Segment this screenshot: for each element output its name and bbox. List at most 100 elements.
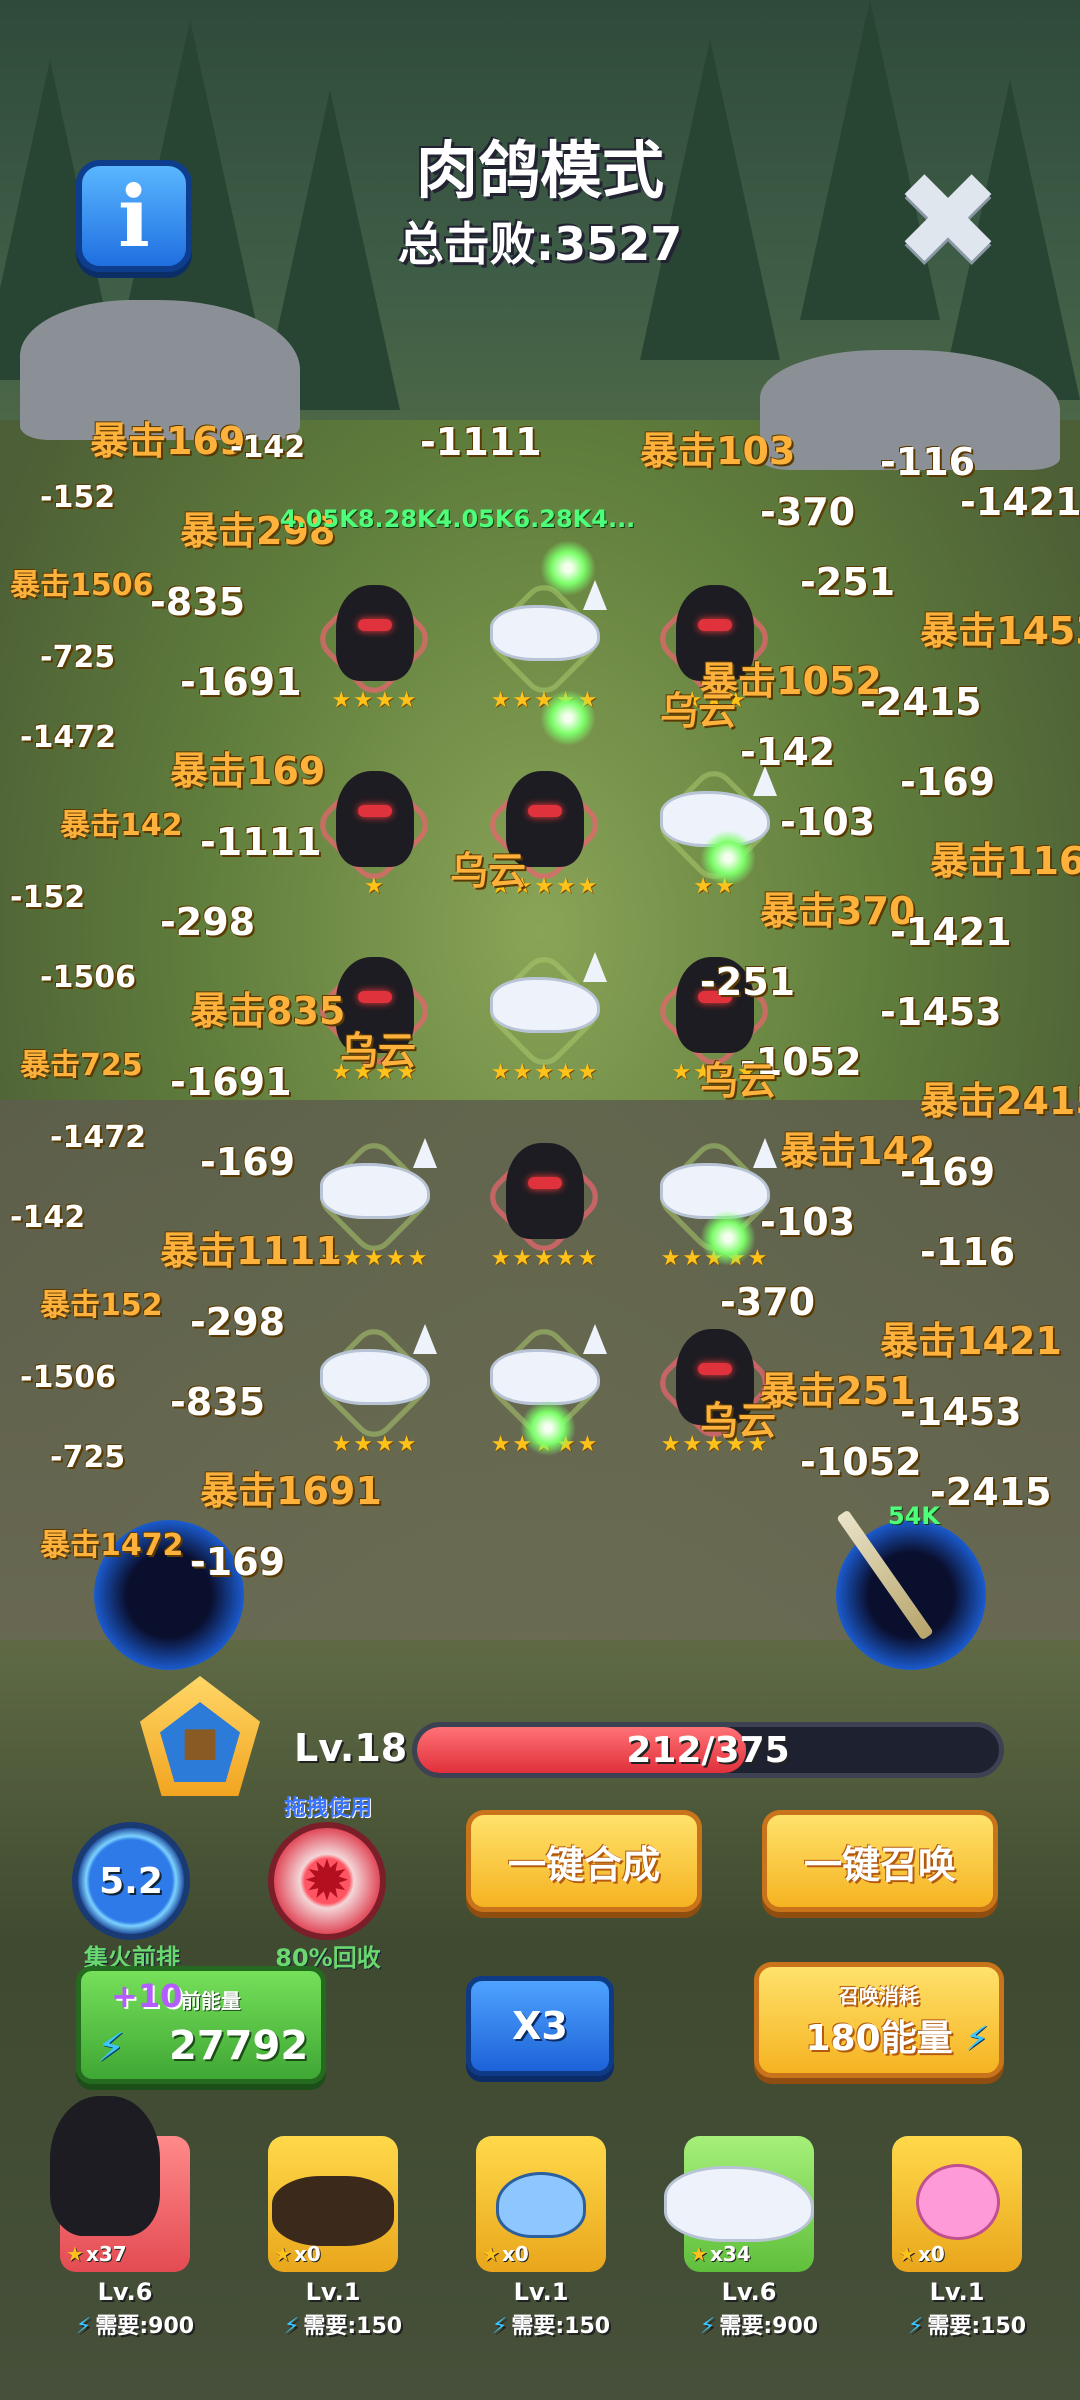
reaper-sprite bbox=[336, 585, 414, 681]
unit-stars: ★★★★ bbox=[331, 688, 419, 713]
board-cell[interactable]: ★ bbox=[300, 746, 450, 899]
auto-merge-button[interactable]: 一键合成 bbox=[466, 1810, 702, 1912]
unit-stars: ★★★★★ bbox=[320, 1246, 430, 1271]
pink-bat-portrait-icon bbox=[916, 2164, 1000, 2240]
wolf-sprite bbox=[490, 952, 607, 1033]
boar-portrait-icon bbox=[272, 2176, 394, 2246]
card-level: Lv.6 bbox=[97, 2278, 153, 2306]
wolf-unit[interactable] bbox=[320, 1136, 437, 1246]
card-upgrade-cost: 需要:150 bbox=[476, 2308, 626, 2340]
reaper-sprite bbox=[336, 771, 414, 867]
wolf-sprite bbox=[660, 1138, 777, 1219]
energy-bonus: +10 bbox=[111, 1977, 183, 2015]
unit-card-pink-bat[interactable]: x0Lv.1需要:150 bbox=[892, 2136, 1026, 2339]
wolf-sprite bbox=[490, 1324, 607, 1405]
spirit-effect bbox=[520, 1400, 576, 1456]
reaper-sprite bbox=[676, 585, 754, 681]
reaper-unit[interactable] bbox=[660, 950, 770, 1060]
level-progress-text: 212/375 bbox=[626, 1729, 790, 1771]
card-count: x0 bbox=[898, 2242, 945, 2266]
close-button[interactable]: ✖ bbox=[888, 155, 1008, 285]
focus-cooldown: 5.2 bbox=[99, 1860, 163, 1902]
spirit-effect bbox=[540, 540, 596, 596]
lightning-icon: ⚡ bbox=[965, 2019, 989, 2059]
reaper-portrait-icon bbox=[50, 2096, 160, 2236]
level-label: Lv.18 bbox=[294, 1726, 408, 1770]
enemy-portal-left bbox=[94, 1520, 244, 1670]
card-count: x0 bbox=[274, 2242, 321, 2266]
unit-stars: ★★★★★ bbox=[490, 1060, 600, 1085]
reaper-sprite bbox=[676, 957, 754, 1053]
energy-panel: +10 前能量 ⚡ 27792 bbox=[76, 1966, 326, 2084]
reaper-unit[interactable] bbox=[320, 578, 430, 688]
board-cell[interactable]: ★★★★★ bbox=[470, 1118, 620, 1271]
spirit-effect bbox=[700, 830, 756, 886]
unit-stars: ★★★★ bbox=[671, 1060, 759, 1085]
summon-cost-label: 召唤消耗 bbox=[839, 1983, 919, 2008]
wolf-sprite bbox=[320, 1138, 437, 1219]
recycle-skill[interactable]: ✹ bbox=[268, 1822, 386, 1940]
board-cell[interactable]: ★★★★★ bbox=[640, 1304, 790, 1457]
board-cell[interactable]: ★★★★ bbox=[300, 932, 450, 1085]
rock bbox=[20, 300, 300, 440]
board-cell[interactable]: ★★★★★ bbox=[300, 1118, 450, 1271]
chest-icon: ■ bbox=[160, 1702, 240, 1782]
close-icon: ✖ bbox=[893, 144, 1003, 296]
unit-stars: ★★★★ bbox=[331, 1432, 419, 1457]
reaper-unit[interactable] bbox=[490, 764, 600, 874]
focus-fire-skill[interactable]: 5.2 bbox=[72, 1822, 190, 1940]
wolf-unit[interactable] bbox=[490, 578, 607, 688]
wolf-sprite bbox=[490, 580, 607, 661]
unit-stars: ★★★ bbox=[682, 688, 748, 713]
unit-card-wolf[interactable]: x34Lv.6需要:900 bbox=[664, 2136, 818, 2339]
burst-icon: ✹ bbox=[303, 1848, 351, 1914]
reaper-unit[interactable] bbox=[660, 578, 770, 688]
board-cell[interactable]: ★★★★ bbox=[640, 932, 790, 1085]
unit-stars: ★★★★★ bbox=[490, 874, 600, 899]
unit-stars: ★★★★ bbox=[331, 1060, 419, 1085]
card-upgrade-cost: 需要:150 bbox=[268, 2308, 418, 2340]
energy-value: 27792 bbox=[169, 2023, 309, 2069]
board-cell[interactable]: ★★★★ bbox=[300, 560, 450, 713]
summon-button[interactable]: 召唤消耗 180能量 ⚡ bbox=[754, 1962, 1004, 2078]
unit-stars: ★★★★★ bbox=[660, 1432, 770, 1457]
unit-stars: ★★★★★ bbox=[490, 1246, 600, 1271]
reaper-sprite bbox=[676, 1329, 754, 1425]
unit-card-slime[interactable]: x0Lv.1需要:150 bbox=[476, 2136, 610, 2339]
board-cell[interactable]: ★★★★★ bbox=[470, 746, 620, 899]
reaper-unit[interactable] bbox=[320, 950, 430, 1060]
speed-button[interactable]: X3 bbox=[466, 1976, 614, 2076]
slime-portrait-icon bbox=[496, 2172, 586, 2238]
card-count: x37 bbox=[66, 2242, 127, 2266]
green-damage-text: 4.05K8.28K4.05K6.28K4... bbox=[280, 505, 636, 533]
unit-card-reaper[interactable]: x37Lv.6需要:900 bbox=[50, 2096, 194, 2339]
wolf-unit[interactable] bbox=[490, 950, 607, 1060]
spirit-effect bbox=[540, 690, 596, 746]
board-cell[interactable]: ★★★★★ bbox=[470, 932, 620, 1085]
lightning-icon: ⚡ bbox=[97, 2025, 126, 2071]
card-count: x34 bbox=[690, 2242, 751, 2266]
reaper-sprite bbox=[506, 1143, 584, 1239]
card-level: Lv.1 bbox=[513, 2278, 569, 2306]
board-cell[interactable]: ★★★ bbox=[640, 560, 790, 713]
unit-card-boar[interactable]: x0Lv.1需要:150 bbox=[268, 2136, 402, 2339]
summon-cost-value: 180能量 bbox=[805, 2017, 953, 2059]
spirit-effect bbox=[700, 1210, 756, 1266]
energy-label: 前能量 bbox=[181, 1989, 241, 2013]
reaper-sprite bbox=[506, 771, 584, 867]
wolf-unit[interactable] bbox=[320, 1322, 437, 1432]
wolf-sprite bbox=[320, 1324, 437, 1405]
auto-summon-button[interactable]: 一键召唤 bbox=[762, 1810, 998, 1912]
reaper-sprite bbox=[336, 957, 414, 1053]
portal-damage-text: 54K bbox=[888, 1502, 940, 1530]
rock bbox=[760, 350, 1060, 470]
level-progress-bar: 212/375 bbox=[412, 1722, 1004, 1778]
card-upgrade-cost: 需要:900 bbox=[60, 2308, 210, 2340]
board-cell[interactable]: ★★★★ bbox=[300, 1304, 450, 1457]
reaper-unit[interactable] bbox=[660, 1322, 770, 1432]
reaper-unit[interactable] bbox=[320, 764, 430, 874]
card-upgrade-cost: 需要:900 bbox=[684, 2308, 834, 2340]
card-count: x0 bbox=[482, 2242, 529, 2266]
reaper-unit[interactable] bbox=[490, 1136, 600, 1246]
card-level: Lv.1 bbox=[929, 2278, 985, 2306]
